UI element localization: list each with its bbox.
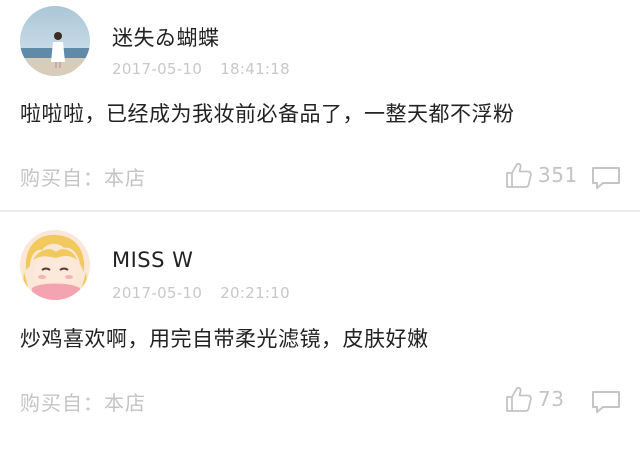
girl-by-sea-avatar-icon	[20, 6, 90, 76]
username[interactable]: MISS W	[112, 248, 193, 272]
review-item: MISS W 2017-05-10 20:21:10 炒鸡喜欢啊，用完自带柔光滤镜…	[0, 212, 640, 451]
review-content: 啦啦啦，已经成为我妆前必备品了，一整天都不浮粉	[20, 102, 515, 126]
comment-bubble-icon	[592, 391, 620, 413]
user-avatar[interactable]	[20, 6, 90, 76]
like-count: 351	[538, 163, 578, 187]
thumbs-up-icon	[506, 386, 532, 412]
like-button[interactable]: 351	[504, 160, 578, 190]
like-count: 73	[538, 387, 565, 411]
comment-button[interactable]	[590, 164, 622, 192]
anime-girl-avatar-icon	[20, 230, 90, 300]
purchase-source: 购买自：本店	[20, 391, 146, 415]
purchase-source: 购买自：本店	[20, 166, 146, 190]
review-date: 2017-05-10	[112, 284, 203, 302]
like-button[interactable]: 73	[504, 384, 564, 414]
thumbs-up-icon	[506, 162, 532, 188]
review-content: 炒鸡喜欢啊，用完自带柔光滤镜，皮肤好嫩	[20, 327, 429, 351]
review-time: 18:41:18	[220, 60, 290, 78]
comment-button[interactable]	[590, 388, 622, 416]
review-date: 2017-05-10	[112, 60, 203, 78]
user-avatar[interactable]	[20, 230, 90, 300]
review-item: 迷失ゐ蝴蝶 2017-05-10 18:41:18 啦啦啦，已经成为我妆前必备品了…	[0, 0, 640, 211]
review-timestamp: 2017-05-10 18:41:18	[112, 60, 290, 78]
comment-bubble-icon	[592, 167, 620, 189]
review-time: 20:21:10	[220, 284, 290, 302]
review-timestamp: 2017-05-10 20:21:10	[112, 284, 290, 302]
username[interactable]: 迷失ゐ蝴蝶	[112, 22, 220, 52]
